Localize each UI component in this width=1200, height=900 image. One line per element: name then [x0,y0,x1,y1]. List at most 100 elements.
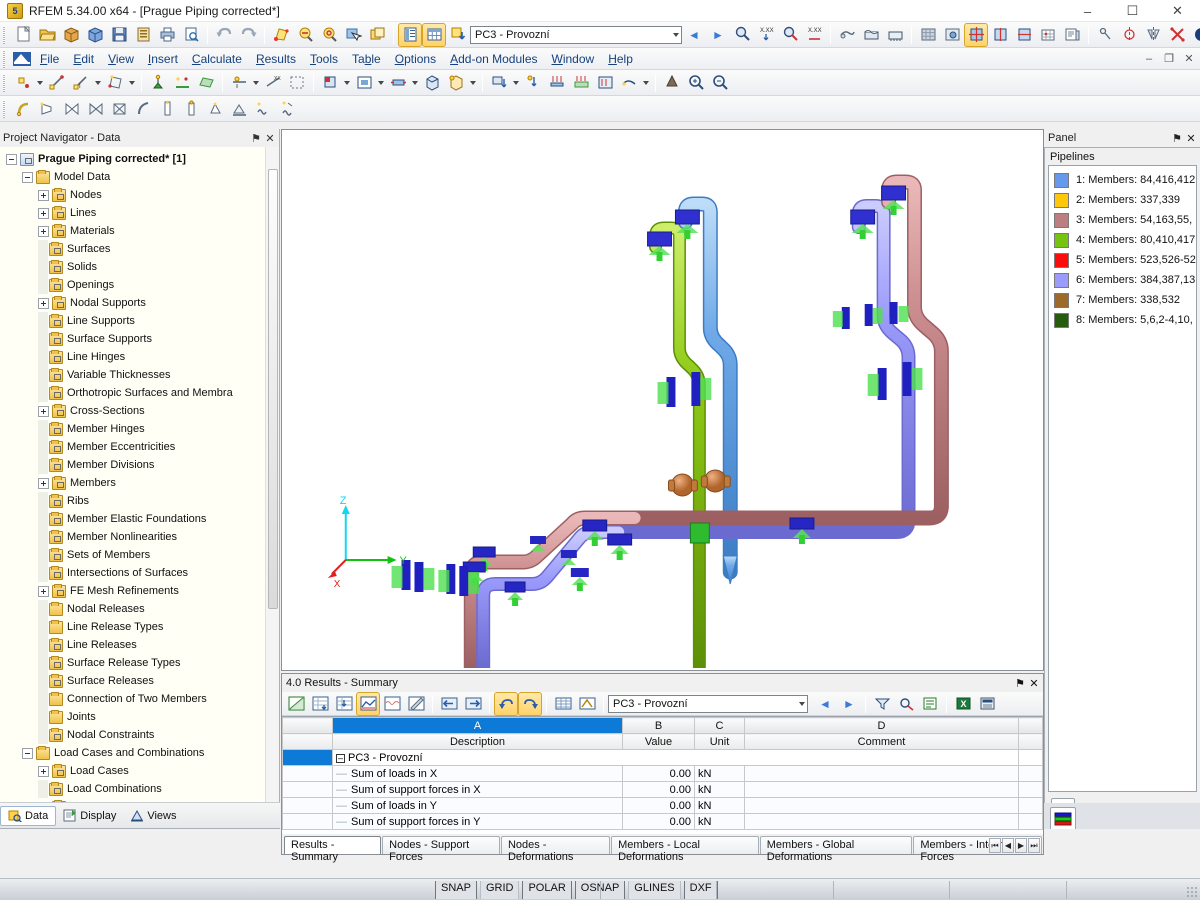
pipelines-legend-list[interactable]: 1: Members: 84,416,4122: Members: 337,33… [1048,165,1197,792]
tree-expand-toggle[interactable] [38,190,49,201]
member-hinge-dropdown[interactable] [251,72,261,94]
open-project-icon[interactable] [60,24,82,46]
tree-expand-toggle[interactable] [38,208,49,219]
navigator-item-ribs[interactable]: Ribs [0,492,279,510]
tab-prev-button[interactable]: ◀ [1002,838,1014,853]
cell-value[interactable]: 0.00 [623,782,695,798]
mirror-axis-icon[interactable] [1118,24,1140,46]
new-line-icon[interactable] [46,72,68,94]
column-letter-c[interactable]: C [695,718,745,734]
menu-window[interactable]: Window [545,50,602,68]
cell-unit[interactable]: kN [695,782,745,798]
navigator-item-line-releases[interactable]: Line Releases [0,636,279,654]
legend-item-8[interactable]: 8: Members: 5,6,2-4,10, [1049,310,1196,330]
new-load-case-icon[interactable] [447,24,469,46]
model-viewport[interactable]: Z Y X [281,129,1044,671]
cell-value[interactable]: 0.00 [623,798,695,814]
select-rectangle-icon[interactable] [342,24,364,46]
table-row[interactable]: —Sum of loads in X0.00kN [283,766,1043,782]
nodal-load-icon[interactable] [522,72,544,94]
legend-item-3[interactable]: 3: Members: 54,163,55, [1049,210,1196,230]
member-load-icon[interactable] [546,72,568,94]
navigator-item-joints[interactable]: Joints [0,708,279,726]
tab-next-button[interactable]: ▶ [1015,838,1027,853]
printout-report-icon[interactable] [1061,24,1083,46]
save-icon[interactable] [108,24,130,46]
line-support-icon[interactable] [171,72,193,94]
column-letter-a[interactable]: A [333,718,623,734]
navigator-item-member-elastic-foundations[interactable]: Member Elastic Foundations [0,510,279,528]
results-load-case-arrow[interactable] [797,695,807,713]
pipe-reducer-icon[interactable] [36,98,58,120]
tree-collapse-toggle[interactable] [22,748,33,759]
status-mode-snap[interactable]: SNAP [435,881,477,899]
navigator-item-member-eccentricities[interactable]: Member Eccentricities [0,438,279,456]
row-header[interactable] [283,782,333,798]
print-icon[interactable] [156,24,178,46]
member-eccentricity-icon[interactable]: XX [262,72,284,94]
zoom-out-icon[interactable] [709,72,731,94]
cell-unit[interactable]: kN [695,766,745,782]
table-next-icon[interactable] [462,693,484,715]
imposed-deformation-icon[interactable] [618,72,640,94]
navigator-item-surface-release-types[interactable]: Surface Release Types [0,654,279,672]
new-surface-dropdown[interactable] [127,72,137,94]
member-icon[interactable] [387,72,409,94]
tree-expand-toggle[interactable] [38,406,49,417]
tree-expand-toggle[interactable] [38,766,49,777]
redo-icon[interactable] [237,24,259,46]
menu-file[interactable]: File [33,50,66,68]
pipe-valve-closed-icon[interactable] [84,98,106,120]
table-filter-icon[interactable] [381,693,403,715]
navigator-item-nodal-releases[interactable]: Nodal Releases [0,600,279,618]
toolbar-grip[interactable] [2,100,8,118]
color-bands-icon[interactable] [1050,807,1076,829]
mdi-close-button[interactable]: ✕ [1182,52,1196,65]
next-case-arrow-icon[interactable]: ► [707,24,729,46]
nodal-support-icon[interactable] [147,72,169,94]
save-project-icon[interactable] [84,24,106,46]
tree-expand-toggle[interactable] [38,478,49,489]
mdi-restore-button[interactable]: ❐ [1162,52,1176,65]
load-dropdown[interactable] [511,72,521,94]
load-case-combo-arrow[interactable] [671,26,681,44]
navigator-item-variable-thicknesses[interactable]: Variable Thicknesses [0,366,279,384]
menu-insert[interactable]: Insert [141,50,185,68]
load-case-combo-input[interactable] [470,26,682,44]
navigator-pin-icon[interactable]: ⚑ [249,129,263,147]
results-tab-nodes-support-forces[interactable]: Nodes - Support Forces [382,836,500,854]
table-row[interactable]: —Sum of loads in Y0.00kN [283,798,1043,814]
results-tab-members-local-deformations[interactable]: Members - Local Deformations [611,836,759,854]
navigator-item-sets-of-members[interactable]: Sets of Members [0,546,279,564]
grid-corner[interactable] [283,718,333,734]
surface-load-icon[interactable] [570,72,592,94]
cell-unit[interactable]: kN [695,814,745,830]
new-node-icon[interactable] [12,72,34,94]
column-letter-d[interactable]: D [745,718,1019,734]
navigator-item-load-cases-and-combinations[interactable]: Load Cases and Combinations [0,744,279,762]
table-edit-icon[interactable] [405,693,427,715]
mesh-settings-icon[interactable] [941,24,963,46]
cell-comment[interactable] [745,814,1019,830]
solid-icon[interactable] [421,72,443,94]
cell-unit[interactable]: kN [695,798,745,814]
mesh-icon[interactable] [917,24,939,46]
menu-table[interactable]: Table [345,50,388,68]
section-properties-dropdown[interactable] [376,72,386,94]
calculate-icon[interactable] [965,24,987,46]
results-tab-members-global-deformations[interactable]: Members - Global Deformations [760,836,913,854]
row-header[interactable] [283,798,333,814]
navigator-item-intersections-of-surfaces[interactable]: Intersections of Surfaces [0,564,279,582]
load-icon[interactable] [488,72,510,94]
pipe-valve-cross-icon[interactable] [108,98,130,120]
pipe-flange-icon[interactable] [156,98,178,120]
mirror-icon[interactable] [1142,24,1164,46]
results-table[interactable]: A B C D Description Value Unit Comment [282,717,1043,830]
section-properties-icon[interactable] [353,72,375,94]
status-mode-grid[interactable]: GRID [480,881,520,899]
results-close-icon[interactable]: ✕ [1027,674,1041,692]
table-graph-icon[interactable] [285,693,307,715]
open-window-icon[interactable] [366,24,388,46]
delete-nodes-icon[interactable] [1166,24,1188,46]
tree-collapse-toggle[interactable] [22,172,33,183]
